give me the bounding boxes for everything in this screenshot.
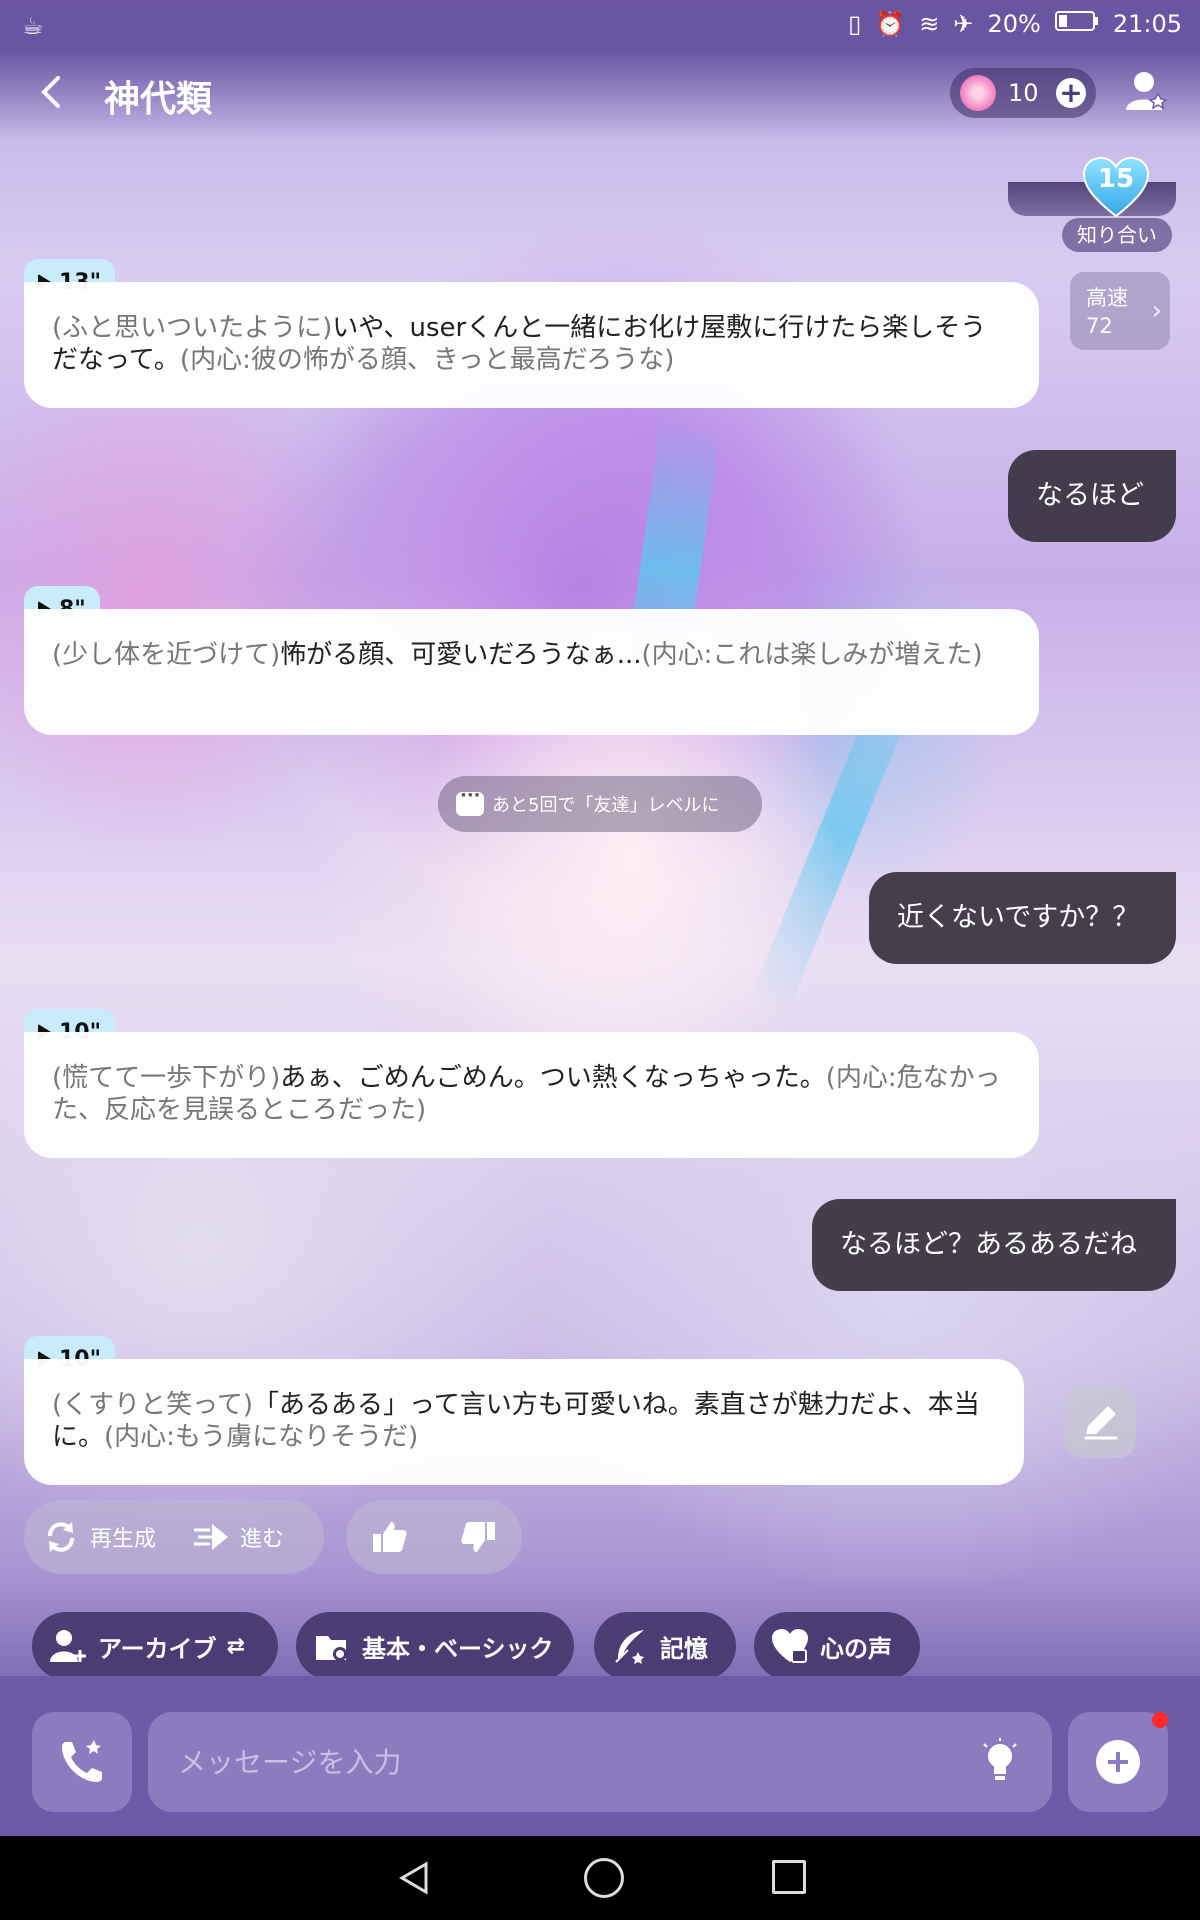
clock: 21:05 (1112, 10, 1182, 38)
system-nav-bar (0, 1836, 1200, 1920)
archive-chip[interactable]: アーカイブ ⇄ (32, 1612, 278, 1680)
alarm-icon: ⏰ (875, 10, 906, 38)
message-action: (くすりと笑って) (52, 1390, 253, 1420)
message-text: 怖がる顔、可愛いだろうなぁ... (280, 640, 642, 670)
add-coins-button[interactable]: + (1056, 78, 1086, 108)
memory-chip[interactable]: 記憶 (594, 1612, 736, 1680)
chat-bubble-icon (456, 785, 484, 816)
proceed-button[interactable]: 進む (174, 1500, 302, 1574)
status-bar: ☕ ▯ ⏰ ≋ ✈ 20% 21:05 (0, 0, 1200, 50)
proceed-label: 進む (240, 1527, 285, 1552)
back-arrow-icon[interactable] (36, 70, 76, 118)
ai-message: (くすりと笑って)「あるある」って言い方も可愛いね。素直さが魅力だよ、本当に。(… (24, 1359, 1024, 1485)
coin-count: 10 (1008, 79, 1039, 107)
feather-icon (615, 1630, 644, 1664)
ai-message: (慌てて一歩下がり)あぁ、ごめんごめん。つい熱くなっちゃった。(内心:危なかった… (24, 1032, 1039, 1158)
chat-header: 神代類 10 + (0, 50, 1200, 140)
basic-mode-label: 基本・ベーシック (362, 1634, 554, 1663)
level-progress-hint: あと5回で「友達」レベルに (438, 776, 762, 832)
vibrate-icon: ▯ (848, 10, 862, 38)
settings-folder-icon (316, 1636, 347, 1661)
user-message: 近くないですか？？ (869, 872, 1176, 964)
message-input[interactable] (148, 1712, 1052, 1812)
refresh-icon (48, 1522, 74, 1552)
heart-voice-label: 心の声 (820, 1634, 892, 1663)
ai-message: (少し体を近づけて)怖がる顔、可愛いだろうなぁ...(内心:これは楽しみが増えた… (24, 609, 1039, 735)
lightbulb-icon[interactable] (980, 1738, 1020, 1788)
speed-value: 72 (1086, 314, 1113, 338)
currency-counter[interactable]: 10 + (950, 68, 1096, 118)
thumbs-up-icon[interactable] (369, 1516, 411, 1558)
phone-icon (62, 1740, 102, 1782)
message-inner-thought: (内心:もう虜になりそうだ) (104, 1422, 419, 1452)
message-inner-thought: (内心:これは楽しみが増えた) (641, 640, 983, 670)
message-inner-thought: (内心:彼の怖がる顔、きっと最高だろうな) (179, 345, 675, 375)
coffee-cup-icon: ☕ (22, 12, 44, 40)
chevron-right-icon: › (1151, 296, 1162, 326)
airplane-mode-icon: ✈ (953, 10, 974, 38)
affinity-count: 15 (1097, 164, 1135, 194)
nav-home-icon[interactable] (584, 1858, 624, 1898)
ai-message: (ふと思いついたように)いや、userくんと一緒にお化け屋敷に行けたら楽しそうだ… (24, 282, 1039, 408)
character-name: 神代類 (104, 79, 213, 120)
nav-recents-icon[interactable] (772, 1860, 806, 1894)
heart-lock-icon (772, 1629, 808, 1663)
call-button[interactable] (32, 1712, 132, 1812)
user-message: なるほど (1008, 450, 1176, 542)
battery-icon (1054, 10, 1099, 38)
feedback-actions (346, 1500, 522, 1574)
battery-percent: 20% (987, 10, 1041, 38)
message-text: あぁ、ごめんごめん。つい熱くなっちゃった。 (280, 1063, 826, 1093)
wifi-icon: ≋ (919, 10, 940, 38)
character-profile-icon[interactable] (1124, 68, 1168, 116)
fast-forward-icon (194, 1524, 229, 1550)
flower-coin-icon (960, 75, 996, 111)
more-options-button[interactable] (1068, 1712, 1168, 1812)
thumbs-down-icon[interactable] (457, 1516, 499, 1558)
speed-label: 高速 (1086, 286, 1128, 310)
swap-arrows-icon: ⇄ (226, 1633, 245, 1659)
regenerate-label: 再生成 (90, 1527, 157, 1552)
message-action: (ふと思いついたように) (52, 313, 333, 343)
heart-voice-chip[interactable]: 心の声 (754, 1612, 920, 1680)
regenerate-button[interactable]: 再生成 (24, 1500, 174, 1574)
plus-circle-icon (1096, 1740, 1140, 1784)
memory-label: 記憶 (660, 1634, 708, 1663)
user-message: なるほど？あるあるだね (812, 1199, 1176, 1291)
archive-label: アーカイブ (98, 1634, 217, 1663)
speed-mode-button[interactable]: 高速 72 › (1070, 272, 1170, 350)
edit-message-button[interactable] (1064, 1386, 1136, 1458)
add-user-icon (50, 1630, 86, 1662)
basic-mode-chip[interactable]: 基本・ベーシック (296, 1612, 574, 1680)
pencil-icon (1084, 1406, 1118, 1440)
message-action: (少し体を近づけて) (52, 640, 281, 670)
nav-back-icon[interactable] (396, 1860, 432, 1896)
message-action: (慌てて一歩下がり) (52, 1063, 281, 1093)
affinity-level-label[interactable]: 知り合い (1062, 218, 1172, 252)
message-actions: 再生成 進む (24, 1500, 324, 1574)
notification-dot (1152, 1712, 1168, 1728)
level-hint-text: あと5回で「友達」レベルに (492, 795, 720, 816)
